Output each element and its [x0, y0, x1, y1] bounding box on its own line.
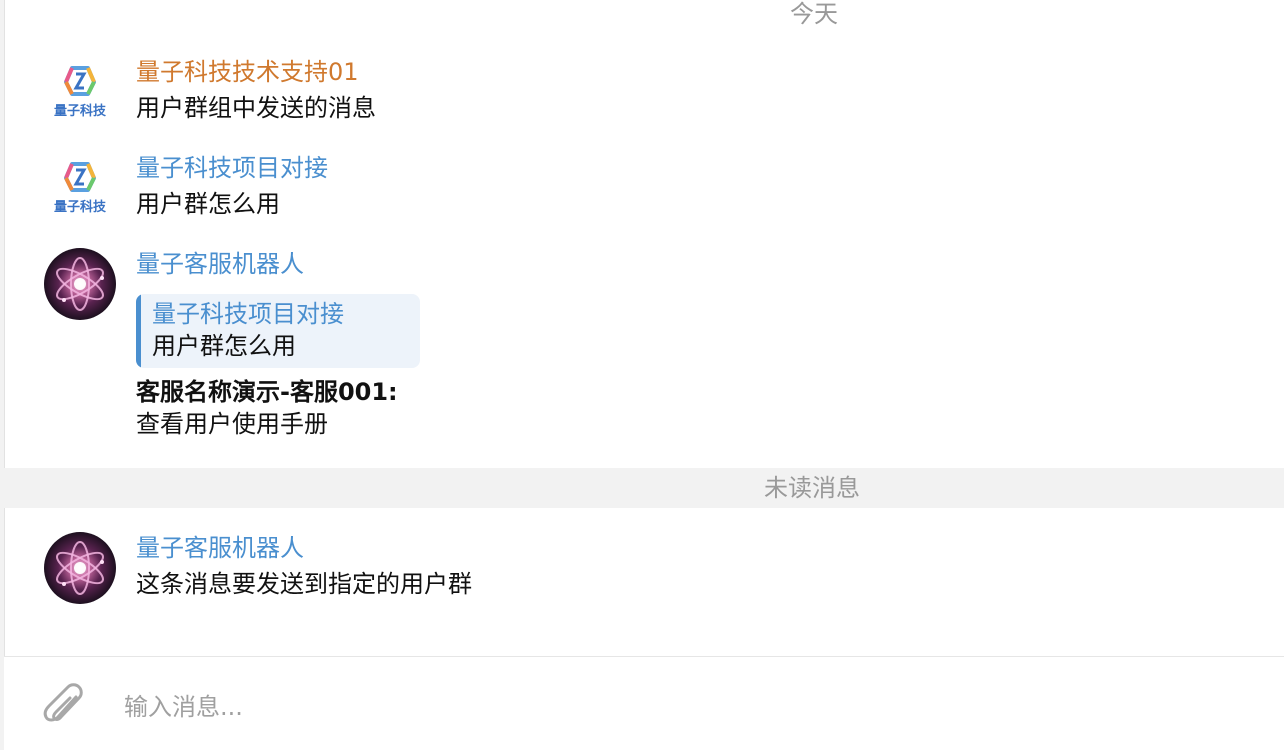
- message-item[interactable]: 量子客服机器人 这条消息要发送到指定的用户群: [4, 532, 1284, 612]
- agent-name-line: 客服名称演示-客服001:: [136, 378, 398, 406]
- sender-name[interactable]: 量子客服机器人: [136, 532, 304, 564]
- sender-name[interactable]: 量子科技技术支持01: [136, 56, 359, 88]
- message-text: 用户群组中发送的消息: [136, 94, 376, 122]
- message-input[interactable]: [116, 685, 1232, 729]
- message-item[interactable]: 量子客服机器人 量子科技项目对接 用户群怎么用 客服名称演示-客服001: 查看…: [4, 248, 1284, 448]
- chat-window: 今天 量子科技 量子科技技术支持01 用户群组中发送的消息 量子科技 量子科技项…: [0, 0, 1284, 750]
- attach-button[interactable]: [40, 681, 88, 733]
- quote-text: 用户群怎么用: [152, 332, 296, 360]
- bot-avatar[interactable]: [44, 248, 116, 320]
- message-item[interactable]: 量子科技 量子科技技术支持01 用户群组中发送的消息: [4, 56, 1284, 136]
- company-logo-icon: [64, 162, 96, 192]
- sender-name[interactable]: 量子客服机器人: [136, 248, 304, 280]
- paperclip-icon: [43, 683, 83, 722]
- bot-avatar[interactable]: [44, 532, 116, 604]
- quote-bar: [136, 294, 141, 368]
- message-text: 用户群怎么用: [136, 190, 280, 218]
- company-logo-icon: [64, 66, 96, 96]
- sender-name[interactable]: 量子科技项目对接: [136, 152, 328, 184]
- date-separator: 今天: [4, 0, 1284, 30]
- logo-caption: 量子科技: [53, 104, 106, 119]
- company-logo-avatar[interactable]: 量子科技: [44, 56, 116, 128]
- logo-caption: 量子科技: [53, 200, 106, 215]
- quoted-message[interactable]: 量子科技项目对接 用户群怎么用: [136, 294, 420, 368]
- message-text: 这条消息要发送到指定的用户群: [136, 570, 472, 598]
- company-logo-avatar[interactable]: 量子科技: [44, 152, 116, 224]
- message-composer: [4, 656, 1284, 750]
- atom-icon: [56, 257, 104, 311]
- unread-separator: 未读消息: [4, 468, 1284, 508]
- atom-icon: [56, 541, 104, 595]
- quote-sender: 量子科技项目对接: [152, 300, 344, 328]
- message-item[interactable]: 量子科技 量子科技项目对接 用户群怎么用: [4, 152, 1284, 232]
- date-separator-label: 今天: [790, 0, 838, 28]
- message-text: 查看用户使用手册: [136, 410, 328, 438]
- unread-separator-label: 未读消息: [764, 474, 860, 502]
